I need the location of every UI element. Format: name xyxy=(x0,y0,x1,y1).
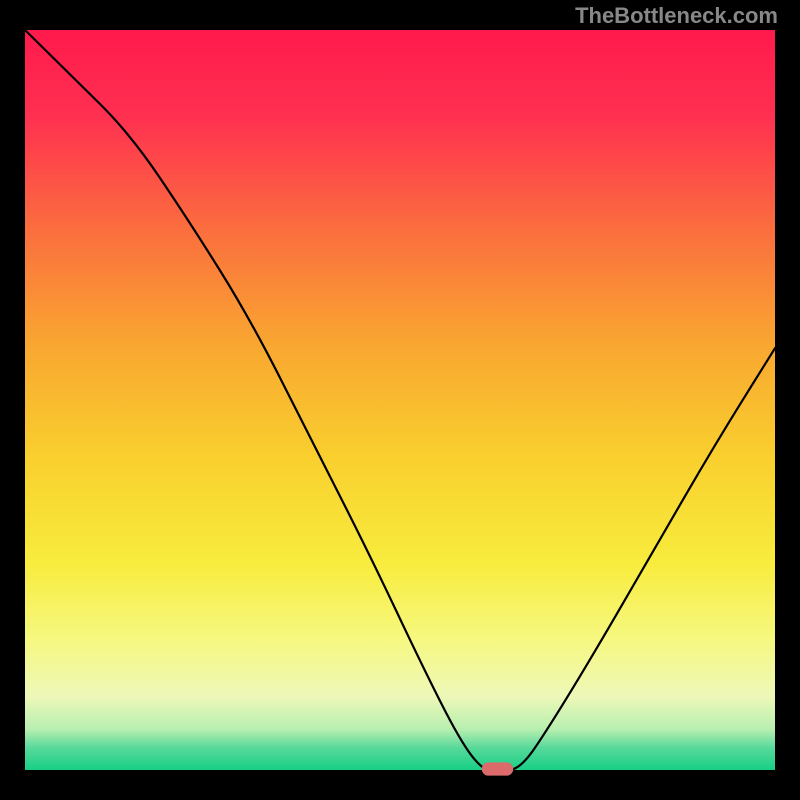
optimal-marker xyxy=(482,762,514,775)
chart-frame: TheBottleneck.com xyxy=(0,0,800,800)
plot-background xyxy=(25,30,775,770)
bottleneck-curve-chart xyxy=(0,0,800,800)
